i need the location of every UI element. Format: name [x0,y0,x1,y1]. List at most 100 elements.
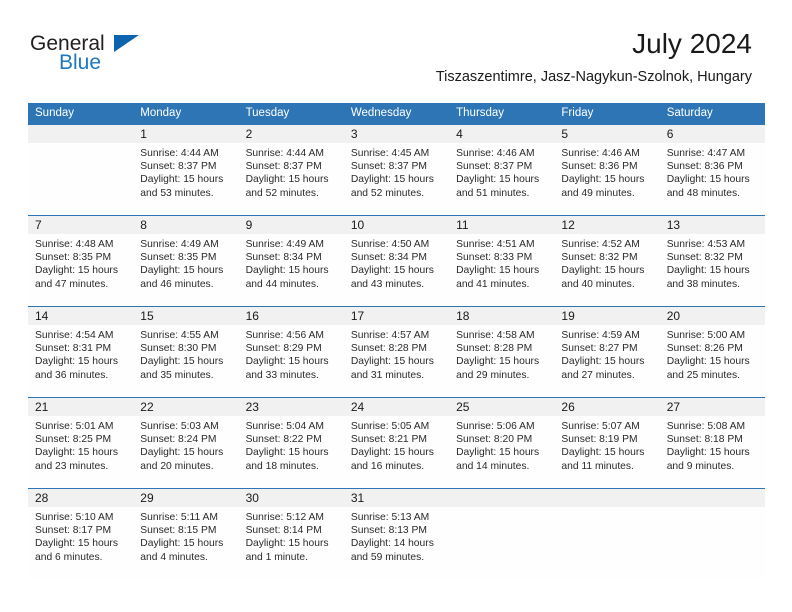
sunset-text: Sunset: 8:33 PM [456,252,533,264]
day-cell[interactable] [449,507,554,579]
sunrise-text: Sunrise: 4:59 AM [561,330,640,341]
day-number[interactable]: 3 [344,125,449,143]
day-cell[interactable]: Sunrise: 5:11 AM Sunset: 8:15 PM Dayligh… [133,507,238,579]
day-number[interactable]: 2 [239,125,344,143]
day-number[interactable] [554,489,659,507]
day-cell[interactable]: Sunrise: 5:00 AM Sunset: 8:26 PM Dayligh… [660,325,765,397]
day-cell[interactable]: Sunrise: 4:54 AM Sunset: 8:31 PM Dayligh… [28,325,133,397]
day-cell[interactable]: Sunrise: 4:48 AM Sunset: 8:35 PM Dayligh… [28,234,133,306]
generalblue-logo[interactable]: General Blue [30,33,160,77]
day-number[interactable]: 17 [344,307,449,325]
day-number[interactable]: 20 [660,307,765,325]
day-number[interactable] [660,489,765,507]
week-detail-band: Sunrise: 5:10 AM Sunset: 8:17 PM Dayligh… [28,507,765,579]
day-number[interactable]: 18 [449,307,554,325]
day-number[interactable]: 22 [133,398,238,416]
day-number[interactable]: 23 [239,398,344,416]
daylight-text-line2: and 31 minutes. [350,369,425,381]
week-daynumber-band: 1 2 3 4 5 6 [28,125,765,143]
day-number[interactable]: 25 [449,398,554,416]
sunrise-text: Sunrise: 5:07 AM [561,421,640,432]
day-number[interactable]: 8 [133,216,238,234]
day-cell[interactable]: Sunrise: 4:53 AM Sunset: 8:32 PM Dayligh… [660,234,765,306]
day-number[interactable]: 14 [28,307,133,325]
daylight-text-line2: and 9 minutes. [666,460,735,472]
day-cell[interactable]: Sunrise: 4:59 AM Sunset: 8:27 PM Dayligh… [554,325,659,397]
day-number[interactable]: 21 [28,398,133,416]
day-cell[interactable]: Sunrise: 4:56 AM Sunset: 8:29 PM Dayligh… [239,325,344,397]
daylight-text-line2: and 1 minute. [245,551,308,563]
sunrise-text: Sunrise: 4:44 AM [245,148,324,159]
day-number[interactable]: 26 [554,398,659,416]
day-cell[interactable]: Sunrise: 4:49 AM Sunset: 8:35 PM Dayligh… [133,234,238,306]
daylight-text-line1: Daylight: 15 hours [456,356,540,368]
day-cell[interactable]: Sunrise: 4:44 AM Sunset: 8:37 PM Dayligh… [239,143,344,215]
day-number[interactable] [28,125,133,143]
day-number[interactable]: 5 [554,125,659,143]
day-number[interactable]: 16 [239,307,344,325]
day-cell[interactable]: Sunrise: 4:50 AM Sunset: 8:34 PM Dayligh… [344,234,449,306]
day-number[interactable]: 13 [660,216,765,234]
day-cell[interactable] [28,143,133,215]
day-cell[interactable]: Sunrise: 5:08 AM Sunset: 8:18 PM Dayligh… [660,416,765,488]
day-cell[interactable]: Sunrise: 5:04 AM Sunset: 8:22 PM Dayligh… [239,416,344,488]
daylight-text-line2: and 36 minutes. [35,369,109,381]
day-number[interactable]: 15 [133,307,238,325]
calendar-week-row: 1 2 3 4 5 6 Sunrise: 4:44 AM Sunset: 8:3… [28,124,765,215]
day-cell[interactable]: Sunrise: 4:58 AM Sunset: 8:28 PM Dayligh… [449,325,554,397]
sunset-text: Sunset: 8:30 PM [140,343,217,355]
daylight-text-line1: Daylight: 15 hours [245,538,329,550]
day-cell[interactable]: Sunrise: 4:46 AM Sunset: 8:37 PM Dayligh… [449,143,554,215]
day-cell[interactable]: Sunrise: 4:55 AM Sunset: 8:30 PM Dayligh… [133,325,238,397]
day-number[interactable]: 9 [239,216,344,234]
daylight-text-line1: Daylight: 15 hours [350,265,434,277]
day-number[interactable]: 31 [344,489,449,507]
day-cell[interactable]: Sunrise: 5:06 AM Sunset: 8:20 PM Dayligh… [449,416,554,488]
day-cell[interactable]: Sunrise: 5:05 AM Sunset: 8:21 PM Dayligh… [344,416,449,488]
day-number[interactable]: 11 [449,216,554,234]
day-number[interactable]: 7 [28,216,133,234]
day-cell[interactable]: Sunrise: 4:52 AM Sunset: 8:32 PM Dayligh… [554,234,659,306]
day-cell[interactable]: Sunrise: 4:46 AM Sunset: 8:36 PM Dayligh… [554,143,659,215]
sunrise-text: Sunrise: 5:04 AM [245,421,324,432]
day-number[interactable]: 29 [133,489,238,507]
day-number[interactable]: 28 [28,489,133,507]
weekday-header-row: Sunday Monday Tuesday Wednesday Thursday… [28,103,765,124]
day-cell[interactable]: Sunrise: 4:47 AM Sunset: 8:36 PM Dayligh… [660,143,765,215]
day-cell[interactable]: Sunrise: 4:49 AM Sunset: 8:34 PM Dayligh… [239,234,344,306]
day-cell[interactable]: Sunrise: 5:13 AM Sunset: 8:13 PM Dayligh… [344,507,449,579]
day-number[interactable]: 24 [344,398,449,416]
sunrise-text: Sunrise: 4:49 AM [245,239,324,250]
day-cell[interactable]: Sunrise: 4:51 AM Sunset: 8:33 PM Dayligh… [449,234,554,306]
day-cell[interactable]: Sunrise: 4:45 AM Sunset: 8:37 PM Dayligh… [344,143,449,215]
day-number[interactable]: 30 [239,489,344,507]
day-cell[interactable]: Sunrise: 4:44 AM Sunset: 8:37 PM Dayligh… [133,143,238,215]
sunset-text: Sunset: 8:28 PM [350,343,427,355]
day-cell[interactable] [554,507,659,579]
calendar-week-row: 21 22 23 24 25 26 27 Sunrise: 5:01 AM Su… [28,397,765,488]
day-cell[interactable]: Sunrise: 5:12 AM Sunset: 8:14 PM Dayligh… [239,507,344,579]
day-number[interactable]: 6 [660,125,765,143]
day-number[interactable]: 4 [449,125,554,143]
page-header: General Blue July 2024 Tiszaszentimre, J… [0,0,792,85]
daylight-text-line1: Daylight: 15 hours [561,447,645,459]
sunset-text: Sunset: 8:37 PM [245,161,322,173]
day-number[interactable]: 19 [554,307,659,325]
day-cell[interactable]: Sunrise: 5:07 AM Sunset: 8:19 PM Dayligh… [554,416,659,488]
day-cell[interactable]: Sunrise: 5:10 AM Sunset: 8:17 PM Dayligh… [28,507,133,579]
week-daynumber-band: 7 8 9 10 11 12 13 [28,216,765,234]
day-cell[interactable]: Sunrise: 4:57 AM Sunset: 8:28 PM Dayligh… [344,325,449,397]
sunset-text: Sunset: 8:14 PM [245,525,322,537]
day-number[interactable] [449,489,554,507]
daylight-text-line1: Daylight: 15 hours [561,265,645,277]
day-cell[interactable]: Sunrise: 5:01 AM Sunset: 8:25 PM Dayligh… [28,416,133,488]
day-number[interactable]: 10 [344,216,449,234]
day-number[interactable]: 1 [133,125,238,143]
weekday-header-tuesday: Tuesday [245,107,290,119]
daylight-text-line1: Daylight: 15 hours [245,447,329,459]
day-number[interactable]: 12 [554,216,659,234]
day-cell[interactable]: Sunrise: 5:03 AM Sunset: 8:24 PM Dayligh… [133,416,238,488]
sunset-text: Sunset: 8:17 PM [35,525,112,537]
day-cell[interactable] [660,507,765,579]
day-number[interactable]: 27 [660,398,765,416]
